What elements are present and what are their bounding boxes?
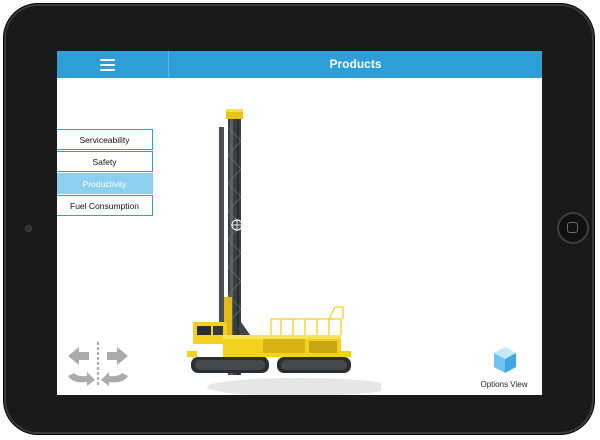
feature-list: Serviceability Safety Productivity Fuel … [57,129,153,217]
options-view-button[interactable]: Options View [465,346,542,394]
drill-rig-image[interactable] [181,107,381,395]
menu-button[interactable] [57,51,169,78]
page-title: Products [329,57,382,71]
hamburger-menu-icon [100,59,115,74]
home-button-icon [567,222,578,233]
feature-item-productivity[interactable]: Productivity [57,173,153,194]
front-camera [25,225,32,232]
top-bar: Products [57,51,542,78]
home-button[interactable] [557,212,589,244]
options-view-label: Options View [480,380,528,389]
app-screen: Products Serviceability Safety Productiv… [57,51,542,395]
feature-item-serviceability[interactable]: Serviceability [57,129,153,150]
feature-item-safety[interactable]: Safety [57,151,153,172]
feature-item-fuel-consumption[interactable]: Fuel Consumption [57,195,153,216]
cube-icon [494,347,516,373]
rotate-arrows-icon[interactable] [65,342,131,386]
